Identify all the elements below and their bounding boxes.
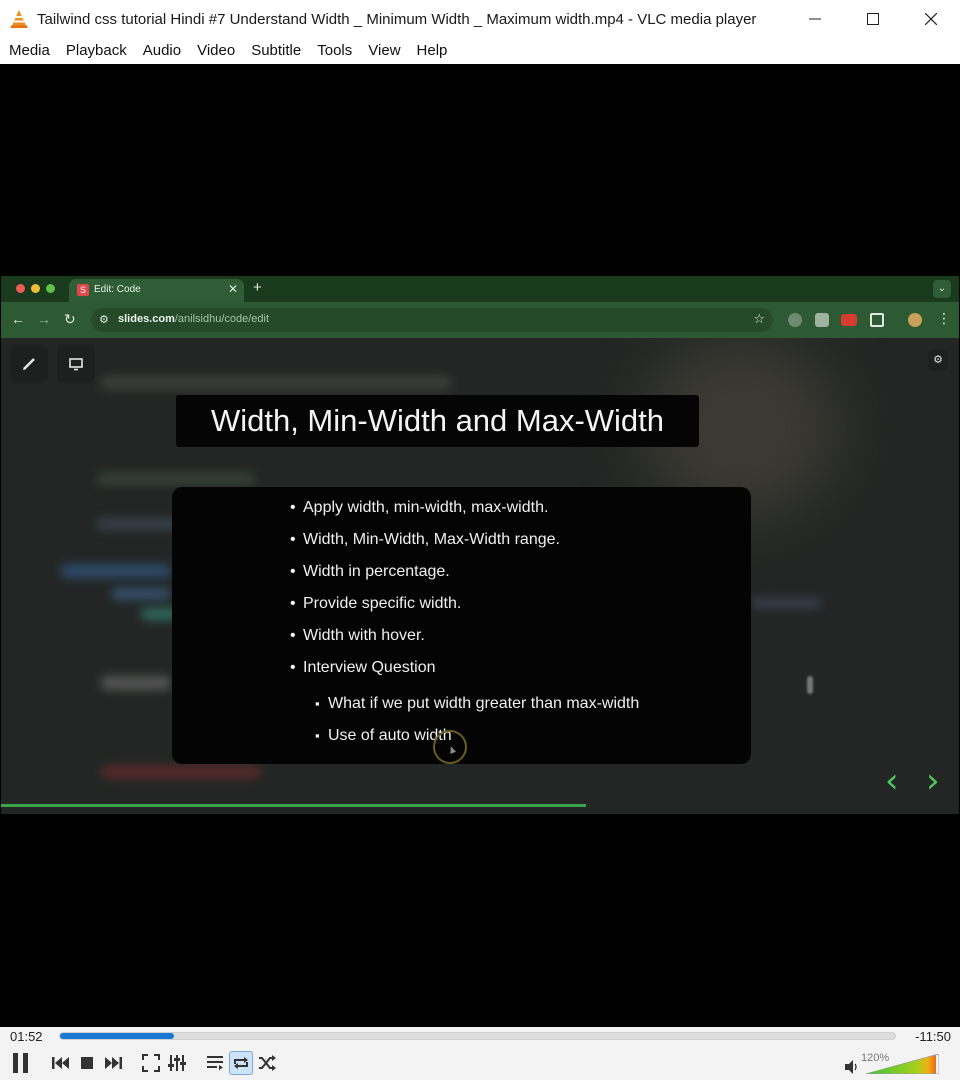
menu-subtitle[interactable]: Subtitle — [243, 38, 309, 64]
control-bar: 120% — [0, 1047, 960, 1080]
menu-view[interactable]: View — [360, 38, 408, 64]
slide-progress-bar — [1, 804, 586, 807]
browser-toolbar: ← → ↻ ⚙ slides.com/anilsidhu/code/edit ☆… — [1, 302, 959, 338]
video-frame: S Edit: Code ✕ + ⌄ ← → ↻ ⚙ slides.com/an… — [1, 276, 959, 814]
youtube-extension-icon — [841, 314, 857, 326]
slide-sub-bullet: What if we put width greater than max-wi… — [315, 695, 639, 713]
blurred-scroll-handle — [807, 676, 813, 694]
browser-tab-title: Edit: Code — [94, 284, 141, 295]
reload-icon: ↻ — [64, 311, 76, 327]
url-path: /anilsidhu/code/edit — [174, 313, 270, 325]
slides-favicon-icon: S — [77, 284, 89, 296]
fullscreen-button[interactable] — [139, 1051, 163, 1075]
slides-editor: ⚙ Width, Min-Width and Max-Width Apply w… — [1, 338, 959, 814]
address-bar: ⚙ slides.com/anilsidhu/code/edit ☆ — [91, 308, 773, 332]
seek-row: 01:52 -11:50 — [0, 1027, 960, 1047]
slide-present-tool — [57, 345, 95, 383]
pen-icon — [23, 358, 35, 370]
skip-previous-icon — [52, 1057, 69, 1069]
tab-close-icon: ✕ — [227, 282, 238, 296]
time-elapsed: 01:52 — [10, 1029, 43, 1044]
maximize-button[interactable] — [844, 0, 902, 38]
extended-settings-button[interactable] — [165, 1051, 189, 1075]
slide-bullet: Interview Question — [290, 659, 435, 677]
slide-bullet: Width in percentage. — [290, 563, 450, 581]
next-button[interactable] — [101, 1051, 125, 1075]
menu-video[interactable]: Video — [189, 38, 243, 64]
close-dot-icon — [16, 284, 25, 293]
prev-slide-arrow-icon: ‹ — [885, 761, 899, 801]
extension-icon — [815, 313, 829, 327]
site-info-icon: ⚙ — [99, 314, 109, 326]
volume-slider[interactable] — [866, 1054, 939, 1074]
tab-search-icon: ⌄ — [933, 280, 951, 298]
playlist-icon — [207, 1056, 223, 1070]
seek-bar-fill — [60, 1033, 174, 1039]
slide-bullet: Apply width, min-width, max-width. — [290, 499, 548, 517]
equalizer-sliders-icon — [168, 1055, 186, 1071]
maximize-icon — [867, 13, 879, 25]
puzzle-extension-icon — [870, 313, 884, 327]
blurred-code-line — [111, 588, 171, 600]
playlist-button[interactable] — [203, 1051, 227, 1075]
slide-bullet: Provide specific width. — [290, 595, 461, 613]
browser-tab-strip: S Edit: Code ✕ + ⌄ — [1, 276, 959, 302]
speaker-icon[interactable] — [844, 1060, 860, 1074]
collaborators-icon: ⚙ — [928, 350, 948, 370]
monitor-icon — [69, 358, 83, 371]
browser-tab: S Edit: Code ✕ — [69, 279, 244, 302]
seek-bar[interactable] — [59, 1032, 896, 1040]
url-domain: slides.com — [118, 313, 175, 325]
shuffle-icon — [259, 1055, 276, 1071]
new-tab-icon: + — [253, 279, 262, 296]
fullscreen-icon — [142, 1054, 160, 1072]
slide-bullet-box: Apply width, min-width, max-width. Width… — [172, 487, 751, 764]
menu-audio[interactable]: Audio — [135, 38, 189, 64]
stop-icon — [81, 1057, 93, 1069]
shuffle-button[interactable] — [255, 1051, 279, 1075]
url-text: slides.com/anilsidhu/code/edit — [118, 313, 269, 325]
loop-button[interactable] — [229, 1051, 253, 1075]
skip-next-icon — [105, 1057, 122, 1069]
forward-icon: → — [37, 311, 51, 327]
extension-icon — [788, 313, 802, 327]
zoom-dot-icon — [46, 284, 55, 293]
minimize-button[interactable] — [786, 0, 844, 38]
browser-menu-icon: ⋮ — [937, 310, 951, 326]
title-bar: Tailwind css tutorial Hindi #7 Understan… — [0, 0, 960, 38]
stop-button[interactable] — [75, 1051, 99, 1075]
blurred-code-line — [96, 473, 256, 485]
window-title: Tailwind css tutorial Hindi #7 Understan… — [37, 10, 757, 28]
slide-title: Width, Min-Width and Max-Width — [210, 403, 665, 438]
minimize-icon — [809, 18, 821, 20]
time-remaining[interactable]: -11:50 — [915, 1029, 951, 1044]
slide-bullet: Width, Min-Width, Max-Width range. — [290, 531, 560, 549]
pause-button[interactable] — [7, 1049, 35, 1077]
slide-title-box: Width, Min-Width and Max-Width — [176, 395, 699, 447]
menu-bar: Media Playback Audio Video Subtitle Tool… — [0, 38, 960, 64]
menu-tools[interactable]: Tools — [309, 38, 360, 64]
previous-button[interactable] — [49, 1051, 73, 1075]
close-button[interactable] — [902, 0, 960, 38]
video-surface[interactable]: S Edit: Code ✕ + ⌄ ← → ↻ ⚙ slides.com/an… — [1, 64, 959, 1027]
bookmark-star-icon: ☆ — [753, 311, 765, 326]
pause-icon — [13, 1053, 28, 1073]
menu-media[interactable]: Media — [1, 38, 58, 64]
blurred-code-line — [61, 564, 171, 578]
blurred-code-line — [101, 766, 261, 778]
back-icon: ← — [11, 311, 25, 327]
blurred-code-line — [101, 676, 171, 690]
slide-bullet: Width with hover. — [290, 627, 425, 645]
next-slide-arrow-icon: › — [926, 761, 940, 801]
blurred-code-line — [751, 598, 821, 608]
slide-edit-tool — [10, 345, 48, 383]
vlc-cone-icon — [10, 10, 28, 28]
loop-icon — [234, 1057, 248, 1069]
minimize-dot-icon — [31, 284, 40, 293]
menu-help[interactable]: Help — [409, 38, 456, 64]
profile-avatar-icon — [908, 313, 922, 327]
blurred-code-line — [101, 376, 451, 390]
close-icon — [925, 13, 937, 25]
menu-playback[interactable]: Playback — [58, 38, 135, 64]
